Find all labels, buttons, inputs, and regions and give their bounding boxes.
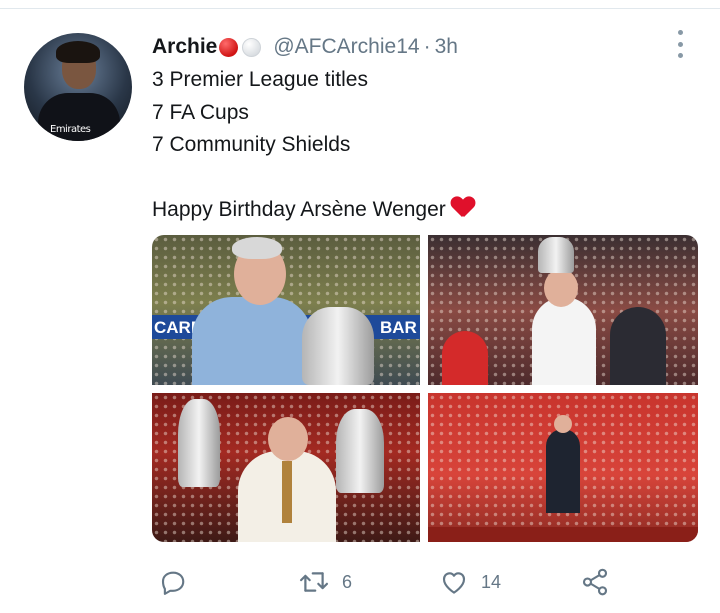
author-name[interactable]: Archie bbox=[152, 35, 217, 59]
official-suit bbox=[610, 307, 666, 385]
figure-head bbox=[544, 269, 578, 307]
fa-cup-trophy bbox=[538, 237, 574, 273]
media-grid: CARD BAR bbox=[152, 235, 698, 542]
like-count: 14 bbox=[481, 571, 502, 592]
photo-2[interactable] bbox=[428, 235, 698, 385]
author-handle[interactable]: @AFCArchie14 bbox=[273, 35, 419, 59]
photo-1[interactable]: CARD BAR bbox=[152, 235, 420, 385]
retweet-count: 6 bbox=[342, 571, 353, 592]
figure-suit bbox=[546, 429, 580, 513]
figure-head bbox=[268, 417, 308, 461]
figure-shirt bbox=[192, 297, 312, 385]
photo-3[interactable] bbox=[152, 393, 420, 542]
more-options-icon[interactable] bbox=[672, 30, 688, 58]
figure-head bbox=[554, 415, 572, 433]
header-separator: · bbox=[423, 35, 431, 58]
tweet-text-line: Happy Birthday Arsène Wenger bbox=[152, 198, 446, 221]
heart-icon bbox=[442, 572, 466, 594]
figure-hair bbox=[232, 237, 282, 259]
top-divider bbox=[0, 8, 720, 9]
figure-shirt bbox=[532, 297, 596, 385]
tweet-timestamp[interactable]: 3h bbox=[435, 35, 458, 59]
tweet-text-line: 7 Community Shields bbox=[152, 133, 351, 156]
tweet-header: Archie @AFCArchie14 · 3h bbox=[152, 34, 458, 60]
avatar-hair bbox=[56, 41, 100, 63]
banner-text-right: BAR bbox=[380, 318, 417, 337]
more-dot bbox=[677, 41, 683, 47]
pitch-edge bbox=[428, 527, 698, 542]
tweet-text-line: 3 Premier League titles bbox=[152, 68, 368, 91]
premier-league-trophy bbox=[302, 307, 374, 385]
figure-tie bbox=[282, 461, 292, 523]
like-button[interactable]: 14 bbox=[439, 560, 501, 604]
tweet-text-line: 7 FA Cups bbox=[152, 100, 249, 124]
red-heart-emoji-icon bbox=[451, 197, 475, 219]
red-circle-emoji-icon bbox=[219, 37, 239, 57]
retweet-button[interactable]: 6 bbox=[298, 560, 352, 604]
tweet-text-last-line: Happy Birthday Arsène Wenger bbox=[152, 194, 692, 227]
photo-4[interactable] bbox=[428, 393, 698, 542]
retweet-icon bbox=[299, 572, 329, 592]
avatar-sponsor-text: Emirates bbox=[50, 124, 91, 135]
tweet-actions: 6 14 bbox=[0, 560, 720, 604]
white-circle-emoji-icon bbox=[242, 37, 262, 57]
share-button[interactable] bbox=[580, 560, 610, 604]
more-dot bbox=[677, 30, 683, 35]
fa-cup-trophy bbox=[178, 399, 220, 487]
reply-icon bbox=[161, 571, 185, 595]
reply-button[interactable] bbox=[158, 560, 188, 604]
more-dot bbox=[677, 53, 683, 58]
player-shirt bbox=[442, 331, 488, 385]
share-icon bbox=[582, 568, 608, 596]
premier-league-trophy bbox=[336, 409, 384, 493]
tweet-text: 3 Premier League titles 7 FA Cups 7 Comm… bbox=[152, 64, 692, 227]
avatar[interactable]: Emirates bbox=[24, 33, 132, 141]
